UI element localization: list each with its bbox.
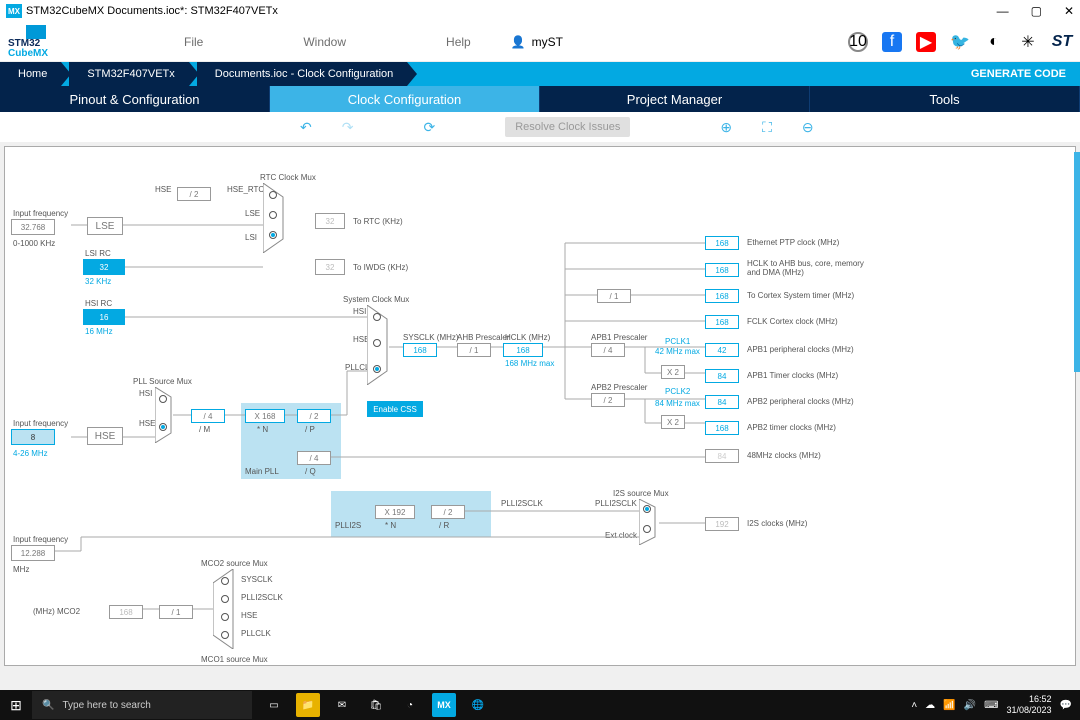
start-button[interactable]: ⊞ [0, 690, 32, 720]
store-icon[interactable]: 🛍 [364, 693, 388, 717]
tray-cloud-icon[interactable]: ☁ [925, 700, 935, 711]
twitter-icon[interactable]: 🐦 [950, 32, 970, 52]
scrollbar[interactable] [1074, 152, 1080, 372]
search-icon: 🔍 [42, 700, 54, 711]
cubemx-taskbar-icon[interactable]: MX [432, 693, 456, 717]
life-icon[interactable]: 10 [848, 32, 868, 52]
app-icon: MX [6, 4, 22, 18]
resolve-clock-button[interactable]: Resolve Clock Issues [505, 117, 630, 137]
clock-diagram[interactable]: Input frequency 32.768 0-1000 KHz Input … [4, 146, 1076, 666]
st-logo-icon[interactable]: ST [1052, 32, 1072, 52]
tray-up-icon[interactable]: ˄ [911, 700, 917, 711]
zoom-out-icon[interactable]: ⊖ [802, 119, 814, 136]
explorer-icon[interactable]: 📁 [296, 693, 320, 717]
maximize-button[interactable]: ▢ [1031, 4, 1042, 18]
generate-code-button[interactable]: GENERATE CODE [957, 64, 1080, 84]
toolbar: ↶ ↷ ⟳ Resolve Clock Issues ⊕ ⛶ ⊖ [0, 112, 1080, 142]
network-icon[interactable]: ✳ [1018, 32, 1038, 52]
window-controls: — ▢ ✕ [997, 4, 1074, 18]
crumb-doc[interactable]: Documents.ioc - Clock Configuration [197, 62, 408, 86]
youtube-icon[interactable]: ▶ [916, 32, 936, 52]
tab-pinout[interactable]: Pinout & Configuration [0, 86, 270, 112]
logo: STM32 CubeMX [8, 25, 64, 59]
main-tabs: Pinout & Configuration Clock Configurati… [0, 86, 1080, 112]
tab-clock[interactable]: Clock Configuration [270, 86, 540, 112]
taskbar: ⊞ 🔍 Type here to search ▭ 📁 ✉ 🛍 ◔ MX 🌐 ˄… [0, 690, 1080, 720]
redo-icon[interactable]: ↷ [342, 119, 354, 136]
menu-help[interactable]: Help [446, 35, 471, 49]
facebook-icon[interactable]: f [882, 32, 902, 52]
minimize-button[interactable]: — [997, 4, 1009, 18]
menu-file[interactable]: File [184, 35, 203, 49]
tray-sound-icon[interactable]: 🔊 [964, 700, 976, 711]
menubar: STM32 CubeMX File Window Help 👤 myST 10 … [0, 22, 1080, 62]
window-title: STM32CubeMX Documents.ioc*: STM32F407VET… [26, 5, 278, 17]
social-icons: 10 f ▶ 🐦 ◐ ✳ ST [848, 32, 1072, 52]
breadcrumb: Home STM32F407VETx Documents.ioc - Clock… [0, 62, 1080, 86]
taskview-icon[interactable]: ▭ [262, 693, 286, 717]
fit-screen-icon[interactable]: ⛶ [762, 119, 772, 136]
menu-window[interactable]: Window [303, 35, 346, 49]
crumb-home[interactable]: Home [0, 62, 61, 86]
copilot-icon[interactable]: ◔ [398, 693, 422, 717]
tray-lang-icon[interactable]: ⌨ [984, 700, 998, 711]
refresh-icon[interactable]: ⟳ [423, 119, 435, 136]
mail-icon[interactable]: ✉ [330, 693, 354, 717]
chrome-icon[interactable]: 🌐 [466, 693, 490, 717]
tab-tools[interactable]: Tools [810, 86, 1080, 112]
clock[interactable]: 16:52 31/08/2023 [1007, 694, 1052, 716]
search-input[interactable]: 🔍 Type here to search [32, 691, 252, 719]
close-button[interactable]: ✕ [1064, 4, 1074, 18]
wires [5, 147, 1075, 665]
github-icon[interactable]: ◐ [984, 32, 1004, 52]
notifications-icon[interactable]: 💬 [1060, 700, 1072, 711]
zoom-in-icon[interactable]: ⊕ [720, 119, 732, 136]
crumb-chip[interactable]: STM32F407VETx [69, 62, 188, 86]
myst-link[interactable]: 👤 myST [511, 35, 563, 49]
tab-project-manager[interactable]: Project Manager [540, 86, 810, 112]
tray-wifi-icon[interactable]: 📶 [943, 700, 955, 711]
user-icon: 👤 [511, 35, 526, 49]
titlebar: MX STM32CubeMX Documents.ioc*: STM32F407… [0, 0, 1080, 22]
undo-icon[interactable]: ↶ [300, 119, 312, 136]
